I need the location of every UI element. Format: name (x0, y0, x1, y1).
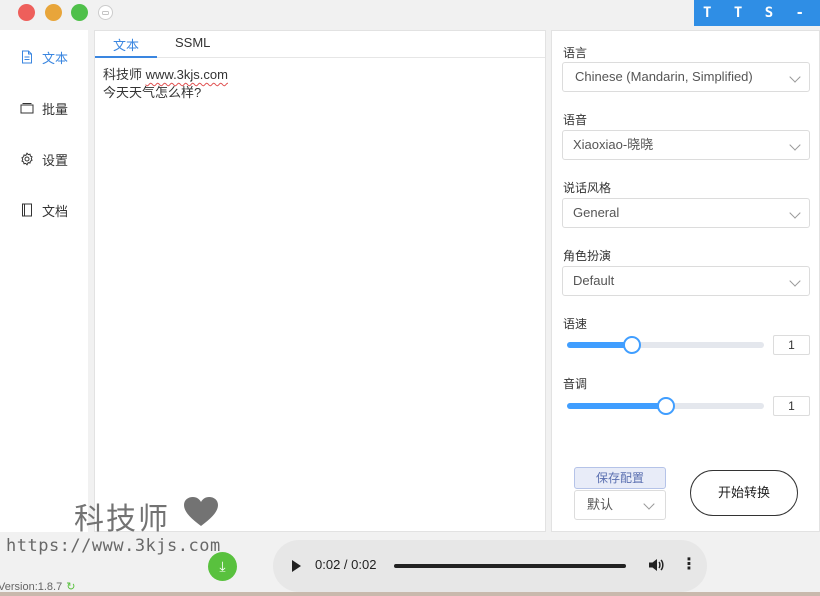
document-icon (22, 50, 32, 64)
player-progress-bar[interactable] (394, 564, 626, 568)
role-label: 角色扮演 (563, 249, 612, 263)
active-tab-indicator (95, 56, 157, 58)
save-config-button[interactable]: 保存配置 (574, 467, 666, 489)
folder-icon (20, 103, 34, 114)
watermark-url: https://www.3kjs.com (6, 536, 221, 556)
bottom-edge-strip (0, 592, 820, 596)
tab-text[interactable]: 文本 (113, 35, 139, 54)
speed-slider-handle[interactable] (623, 336, 641, 354)
role-value: Default (573, 273, 615, 288)
gear-icon (21, 152, 33, 166)
tab-ssml[interactable]: SSML (175, 35, 210, 50)
chevron-down-icon (789, 207, 801, 219)
style-select[interactable]: General (562, 198, 810, 228)
download-button[interactable]: ⤓ (208, 552, 237, 581)
speed-slider[interactable] (567, 336, 764, 354)
voice-label: 语音 (563, 113, 588, 127)
sidebar-item-settings[interactable]: 设置 (20, 149, 68, 169)
chevron-down-icon (789, 275, 801, 287)
text-input-area[interactable]: 科技师 www.3kjs.com 今天天气怎么样? (95, 58, 545, 110)
sidebar: 文本 批量 设置 文档 (0, 30, 88, 532)
text-line: 今天天气怎么样? (103, 85, 202, 100)
sidebar-item-label: 文本 (42, 50, 69, 66)
pitch-label: 音调 (563, 377, 588, 391)
text-editor-panel: 文本 SSML 科技师 www.3kjs.com 今天天气怎么样? (94, 30, 546, 532)
speed-label: 语速 (563, 317, 588, 331)
config-select[interactable]: 默认 (574, 490, 666, 520)
settings-panel: 语言 Chinese (Mandarin, Simplified) 语音 Xia… (551, 30, 820, 532)
language-label: 语言 (563, 46, 588, 60)
pin-icon[interactable]: ▭ (98, 5, 113, 20)
style-label: 说话风格 (563, 181, 612, 195)
pitch-slider-handle[interactable] (656, 397, 675, 415)
start-convert-button[interactable]: 开始转换 (690, 470, 798, 516)
role-select[interactable]: Default (562, 266, 810, 296)
maximize-window-button[interactable] (71, 4, 88, 21)
language-select[interactable]: Chinese (Mandarin, Simplified) (562, 62, 810, 92)
pitch-slider-fill (567, 403, 666, 409)
download-icon: ⤓ (219, 558, 226, 574)
sidebar-item-label: 文档 (42, 203, 69, 219)
book-icon (22, 203, 32, 217)
style-value: General (573, 205, 620, 220)
heart-icon (184, 497, 218, 526)
play-button[interactable] (292, 560, 301, 572)
sidebar-item-text[interactable]: 文本 (20, 47, 68, 67)
chevron-down-icon (789, 71, 801, 83)
player-time: 0:02 / 0:02 (315, 557, 377, 572)
minimize-window-button[interactable] (45, 4, 62, 21)
chevron-down-icon (789, 139, 801, 151)
close-window-button[interactable] (18, 4, 35, 21)
more-options-icon[interactable]: ⋮ (681, 556, 697, 574)
sidebar-item-batch[interactable]: 批量 (20, 98, 68, 118)
language-value: Chinese (Mandarin, Simplified) (575, 69, 753, 84)
app-brand: T T S - V U E (694, 0, 820, 47)
pitch-input[interactable]: 1 (773, 396, 810, 416)
volume-icon[interactable] (647, 556, 665, 574)
voice-select[interactable]: Xiaoxiao-晓晓 (562, 130, 810, 160)
audio-player: 0:02 / 0:02 ⋮ (273, 540, 707, 592)
editor-tabs: 文本 SSML (95, 31, 545, 58)
sidebar-item-label: 设置 (42, 152, 69, 168)
speed-input[interactable]: 1 (773, 335, 810, 355)
text-line: 科技师 www.3kjs.com (103, 66, 537, 84)
text-url: www.3kjs.com (145, 67, 228, 82)
text-prefix: 科技师 (103, 67, 146, 82)
voice-value: Xiaoxiao-晓晓 (573, 137, 654, 152)
config-value: 默认 (587, 497, 614, 512)
chevron-down-icon (643, 498, 655, 510)
pitch-slider[interactable] (567, 397, 764, 415)
sidebar-item-docs[interactable]: 文档 (20, 200, 68, 220)
sidebar-item-label: 批量 (42, 101, 69, 117)
title-bar: ▭ T T S - V U E (0, 0, 820, 47)
watermark-title: 科技师 (74, 502, 170, 537)
